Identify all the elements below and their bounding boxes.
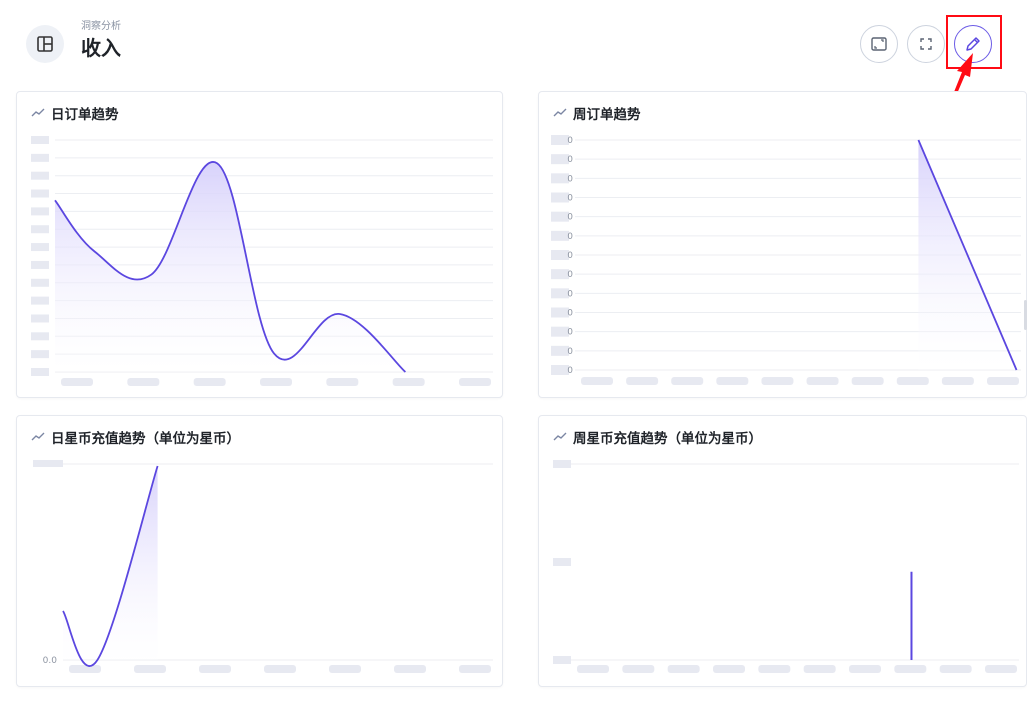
edit-button[interactable] <box>954 25 992 63</box>
x-tick-mask <box>849 665 881 673</box>
y-tick-label: 0 <box>567 251 573 261</box>
x-tick-mask <box>459 378 491 386</box>
y-tick-mask <box>31 332 49 341</box>
x-tick-mask <box>622 665 655 673</box>
x-tick-mask <box>667 665 700 673</box>
x-tick-mask <box>896 377 929 385</box>
pencil-icon <box>966 37 980 51</box>
screen-adapt-button[interactable] <box>860 25 898 63</box>
y-tick-label: 0 <box>567 213 573 223</box>
layout-icon <box>26 25 64 63</box>
y-tick-label: 0 <box>567 270 573 280</box>
y-tick-mask <box>31 296 49 305</box>
y-tick-label: 0 <box>567 194 573 204</box>
chart-card-weekly-stars: 周星币充值趋势（单位为星币） <box>538 415 1027 687</box>
y-tick-label: 0 <box>567 136 573 146</box>
x-tick-mask <box>199 665 231 673</box>
x-tick-mask <box>127 378 160 386</box>
x-tick-mask <box>626 377 659 385</box>
y-tick-mask <box>553 656 571 664</box>
page-header: 洞察分析 收入 <box>0 0 1027 80</box>
y-tick-mask <box>31 260 49 269</box>
y-tick-label: 0 <box>567 232 573 242</box>
x-tick-mask <box>939 665 972 673</box>
y-tick-label: 0.0 <box>43 656 58 666</box>
x-tick-mask <box>758 665 791 673</box>
x-tick-mask <box>671 377 704 385</box>
chart-card-daily-orders: 日订单趋势 <box>16 91 503 398</box>
x-tick-mask <box>69 665 101 673</box>
y-tick-mask <box>31 314 49 323</box>
fullscreen-icon <box>920 38 932 50</box>
y-tick-label: 0 <box>567 309 573 319</box>
y-tick-label: 0 <box>567 174 573 184</box>
y-tick-mask <box>31 368 49 376</box>
y-tick-label: 0 <box>567 289 573 299</box>
y-tick-mask <box>31 189 49 198</box>
x-tick-mask <box>761 377 794 385</box>
y-tick-label: 0 <box>567 366 573 376</box>
x-tick-mask <box>326 378 359 386</box>
y-tick-label: 0 <box>567 347 573 357</box>
chart-card-daily-stars: 日星币充值趋势（单位为星币） 0.0 <box>16 415 503 687</box>
y-tick-mask <box>31 153 49 162</box>
x-tick-mask <box>806 377 839 385</box>
page-title: 收入 <box>81 36 121 60</box>
y-tick-mask <box>31 136 49 144</box>
x-tick-mask <box>581 377 613 385</box>
chart-card-weekly-orders: 周订单趋势 0000000000000 <box>538 91 1027 398</box>
x-tick-mask <box>134 665 166 673</box>
x-tick-mask <box>803 665 836 673</box>
y-tick-mask <box>31 171 49 180</box>
chart-plot[interactable] <box>17 92 503 398</box>
y-tick-mask <box>33 460 63 467</box>
x-tick-mask <box>941 377 974 385</box>
area-fill <box>63 465 158 667</box>
x-tick-mask <box>985 665 1017 673</box>
x-tick-mask <box>987 377 1019 385</box>
y-tick-mask <box>31 225 49 234</box>
breadcrumb[interactable]: 洞察分析 <box>81 17 121 32</box>
y-tick-label: 0 <box>567 155 573 165</box>
x-tick-mask <box>894 665 927 673</box>
x-tick-mask <box>260 378 292 386</box>
y-tick-mask <box>31 278 49 287</box>
x-tick-mask <box>713 665 745 673</box>
x-tick-mask <box>577 665 609 673</box>
x-tick-mask <box>394 665 426 673</box>
fullscreen-button[interactable] <box>907 25 945 63</box>
x-tick-mask <box>392 378 425 386</box>
y-tick-mask <box>31 350 49 359</box>
x-tick-mask <box>716 377 749 385</box>
y-tick-label: 0 <box>567 328 573 338</box>
dashboard-page: 洞察分析 收入 日订单趋势 周订单趋势 0 0 0 0 0 0 0 0 0 0 … <box>0 0 1027 711</box>
x-tick-mask <box>264 665 296 673</box>
y-tick-mask <box>31 207 49 216</box>
y-tick-mask <box>553 558 571 566</box>
y-tick-mask <box>553 460 571 468</box>
y-tick-mask <box>31 243 49 252</box>
x-tick-mask <box>61 378 93 386</box>
x-tick-mask <box>459 665 491 673</box>
chart-plot[interactable]: 0.0 <box>17 416 503 687</box>
x-tick-mask <box>193 378 226 386</box>
chart-plot[interactable]: 0 0 0 0 0 0 0 0 0 0 0 0 0 <box>539 92 1027 398</box>
x-tick-mask <box>329 665 361 673</box>
x-tick-mask <box>851 377 884 385</box>
chart-plot[interactable] <box>539 416 1027 687</box>
screen-icon <box>871 37 887 51</box>
